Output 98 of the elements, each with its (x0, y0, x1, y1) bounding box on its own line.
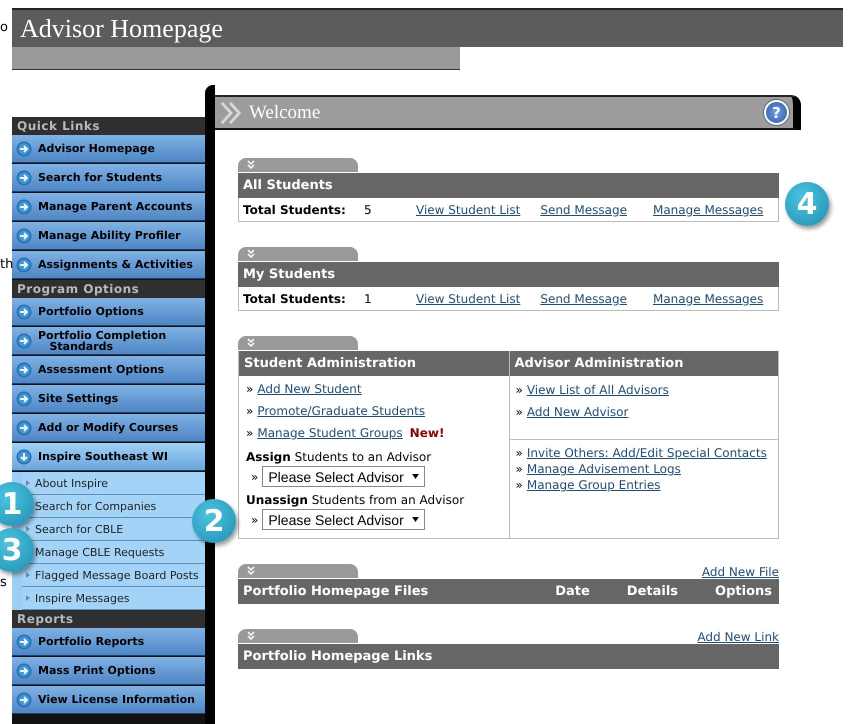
bullet: » (251, 470, 258, 484)
add-link[interactable]: Add New File (702, 565, 779, 579)
right-arrow-icon (16, 198, 32, 214)
welcome-title: Welcome (249, 102, 322, 124)
collapse-tab[interactable] (238, 247, 358, 262)
right-arrow-icon (16, 256, 32, 272)
panel-link[interactable]: View Student List (416, 292, 520, 306)
total-label: Total Students: (243, 292, 347, 306)
admin-link[interactable]: Manage Student Groups (257, 426, 403, 440)
collapse-tab[interactable] (238, 158, 358, 173)
column-header: Date (555, 583, 590, 601)
right-arrow-icon (16, 140, 32, 156)
panel-header: Portfolio Homepage Files (243, 583, 430, 601)
sidebar-item[interactable]: Search for Students (12, 164, 205, 192)
new-label: New! (410, 426, 444, 440)
admin-link[interactable]: Manage Advisement Logs (526, 462, 681, 476)
caret-icon (412, 474, 419, 479)
number-callout: 2 (192, 499, 236, 543)
panel-header: Student Administration (239, 351, 508, 376)
sidebar-item[interactable]: Add or Modify Courses (12, 414, 205, 442)
sidebar-heading: Reports (12, 610, 205, 628)
right-arrow-icon (16, 332, 32, 348)
assign-label: Unassign Students from an Advisor (246, 493, 466, 507)
bullet: » (516, 462, 523, 476)
admin-link[interactable]: Promote/Graduate Students (257, 404, 426, 418)
admin-link[interactable]: Manage Group Entries (526, 478, 660, 492)
advisor-dropdown[interactable]: Please Select Advisor (262, 466, 425, 487)
collapse-tab[interactable] (238, 336, 358, 351)
panel-link[interactable]: Send Message (540, 292, 627, 306)
admin-link[interactable]: Add New Student (257, 382, 362, 396)
admin-link[interactable]: Invite Others: Add/Edit Special Contacts (526, 446, 767, 460)
double-chevron-icon (246, 566, 256, 576)
collapse-tab[interactable] (238, 629, 358, 644)
bullet: » (246, 426, 254, 440)
sidebar-item[interactable]: Inspire Southeast WI (12, 443, 205, 471)
page-title: Advisor Homepage (12, 8, 843, 47)
sidebar-item[interactable]: Assessment Options (12, 356, 205, 384)
right-arrow-icon (16, 362, 32, 378)
sidebar-item[interactable]: Site Settings (12, 385, 205, 413)
sidebar-item[interactable]: Mass Print Options (12, 657, 205, 685)
down-arrow-icon (16, 448, 32, 464)
sidebar-item[interactable]: View License Information (12, 686, 205, 714)
right-arrow-icon (16, 304, 32, 320)
chevron-icon (219, 100, 243, 124)
background-text: o (0, 20, 8, 35)
sidebar-heading: Program Options (12, 280, 205, 298)
double-chevron-icon (246, 160, 256, 170)
sidebar-item[interactable]: Advisor Homepage (12, 135, 205, 163)
number-callout: 4 (785, 182, 829, 226)
panel-header: All Students (238, 173, 779, 198)
panel-link[interactable]: View Student List (416, 202, 520, 216)
panel-header: My Students (238, 262, 779, 287)
column-header: Details (626, 583, 678, 601)
panel-header: Advisor Administration (510, 351, 778, 376)
collapse-tab[interactable] (238, 564, 358, 579)
right-arrow-icon (16, 692, 32, 708)
panel-link[interactable]: Manage Messages (652, 202, 764, 216)
double-chevron-icon (246, 338, 256, 348)
total-value: 5 (364, 202, 373, 216)
sidebar-item[interactable]: Portfolio Options (12, 298, 205, 326)
advisor-dropdown[interactable]: Please Select Advisor (262, 509, 425, 530)
sidebar-heading: Quick Links (12, 117, 205, 135)
panel-link[interactable]: Manage Messages (652, 292, 764, 306)
sidebar-item[interactable]: Assignments & Activities (12, 251, 205, 279)
add-link[interactable]: Add New Link (697, 630, 779, 644)
total-value: 1 (364, 292, 373, 306)
panel-link[interactable]: Send Message (540, 202, 627, 216)
bullet: » (516, 478, 523, 492)
sidebar-item[interactable]: Portfolio Reports (12, 628, 205, 656)
admin-link[interactable]: View List of All Advisors (526, 383, 669, 397)
double-chevron-icon (246, 631, 256, 641)
bullet: » (516, 446, 523, 460)
bullet: » (516, 383, 523, 397)
double-chevron-icon (246, 249, 256, 259)
sidebar-item[interactable]: Manage Parent Accounts (12, 193, 205, 221)
triangle-icon (26, 572, 30, 578)
admin-link[interactable]: Add New Advisor (526, 405, 628, 419)
total-label: Total Students: (243, 202, 347, 216)
background-text: s (0, 575, 7, 590)
right-arrow-icon (16, 390, 32, 406)
bullet: » (246, 382, 254, 396)
right-arrow-icon (16, 634, 32, 650)
right-arrow-icon (16, 170, 32, 186)
sidebar-item[interactable]: Manage Ability Profiler (12, 222, 205, 250)
bullet: » (516, 405, 523, 419)
triangle-icon (26, 480, 30, 486)
right-arrow-icon (16, 662, 32, 678)
triangle-icon (26, 595, 30, 601)
bullet: » (246, 404, 254, 418)
triangle-icon (26, 526, 30, 532)
column-header: Options (715, 583, 772, 601)
assign-label: Assign Students to an Advisor (246, 450, 432, 464)
sidebar-item[interactable]: Portfolio Completion Standards (12, 327, 205, 355)
caret-icon (412, 517, 419, 522)
right-arrow-icon (16, 228, 32, 244)
bullet: » (251, 512, 258, 526)
panel-header: Portfolio Homepage Links (238, 644, 779, 669)
right-arrow-icon (16, 420, 32, 436)
